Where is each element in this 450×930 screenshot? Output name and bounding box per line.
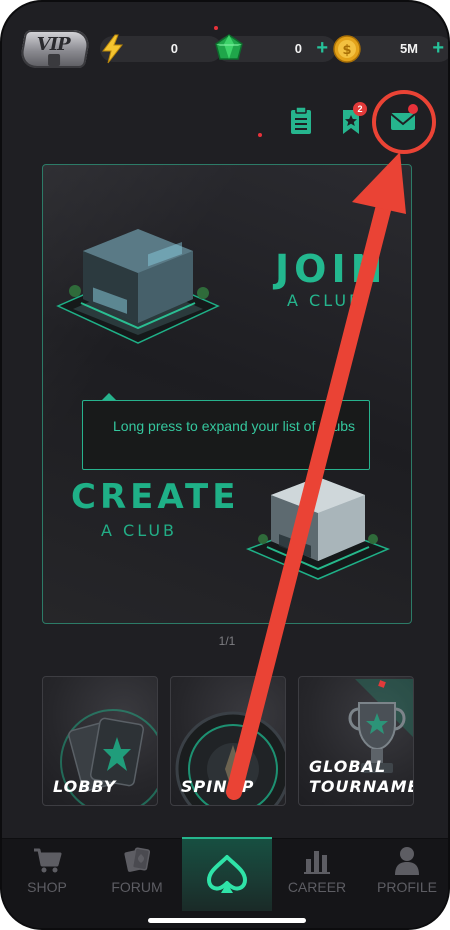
spinup-label: SPINUP <box>181 777 255 796</box>
gems-counter[interactable]: 0 + <box>215 34 336 62</box>
favorites-badge: 2 <box>353 102 367 116</box>
lobby-tile[interactable]: LOBBY <box>42 676 158 806</box>
club-building-illustration <box>56 229 220 344</box>
cart-icon <box>34 848 62 873</box>
nav-shop-label: SHOP <box>27 879 67 895</box>
cards-icon <box>124 847 151 872</box>
gem-icon <box>215 34 243 60</box>
app-screen: VIP 0 0 + $ 5M + 2 JOIN A CLUB CREATE A … <box>0 0 450 930</box>
coin-icon: $ <box>333 35 361 63</box>
clipboard-icon <box>291 106 311 134</box>
lightning-icon <box>102 34 124 64</box>
tooltip-text: Long press to expand your list of Clubs <box>113 418 356 434</box>
bottom-navigation: SHOP FORUM CAREER PROFILE <box>2 837 448 928</box>
nav-home[interactable] <box>182 837 272 911</box>
create-club-subtitle: A CLUB <box>101 521 178 540</box>
indicator-dot <box>258 133 262 137</box>
vip-badge[interactable]: VIP <box>18 30 92 68</box>
lobby-label: LOBBY <box>53 777 117 796</box>
energy-counter[interactable]: 0 <box>100 34 222 64</box>
create-club-title: CREATE <box>71 477 240 517</box>
nav-career-label: CAREER <box>287 879 347 895</box>
join-club-subtitle: A CLUB <box>287 291 364 310</box>
svg-text:$: $ <box>342 43 351 58</box>
spinup-tile[interactable]: SPINUP <box>170 676 286 806</box>
vip-level-plate <box>48 54 61 66</box>
page-indicator: 1/1 <box>218 634 236 648</box>
home-indicator[interactable] <box>148 918 306 923</box>
gems-value: 0 <box>294 41 302 56</box>
nav-profile[interactable]: PROFILE <box>362 839 448 928</box>
person-icon <box>395 847 419 875</box>
notification-dot <box>214 26 218 30</box>
clubs-tooltip[interactable]: Long press to expand your list of Clubs <box>82 400 370 470</box>
add-gems-button[interactable]: + <box>316 37 328 60</box>
clubs-card[interactable]: JOIN A CLUB CREATE A CLUB <box>42 164 412 624</box>
new-club-building-illustration <box>245 477 391 580</box>
join-club-title: JOIN <box>275 247 388 291</box>
nav-career[interactable]: CAREER <box>272 839 362 928</box>
add-coins-button[interactable]: + <box>432 37 444 60</box>
missions-button[interactable] <box>284 104 318 138</box>
favorites-button[interactable]: 2 <box>334 102 368 138</box>
coins-value: 5M <box>399 41 418 56</box>
top-bar: VIP 0 0 + $ 5M + <box>16 30 448 70</box>
nav-forum-label: FORUM <box>111 879 163 895</box>
energy-value: 0 <box>170 41 178 56</box>
nav-forum[interactable]: FORUM <box>92 839 182 928</box>
mail-button[interactable] <box>386 104 420 138</box>
vip-label: VIP <box>36 34 70 55</box>
global-tournament-label: GLOBAL TOURNAMENT <box>309 757 413 796</box>
mail-notification-dot <box>408 104 418 114</box>
global-tournament-tile[interactable]: GLOBAL TOURNAMENT <box>298 676 414 806</box>
nav-profile-label: PROFILE <box>377 879 437 895</box>
coins-counter[interactable]: $ 5M + <box>333 35 448 63</box>
spade-logo-icon <box>207 855 247 893</box>
tooltip-arrow <box>102 393 116 400</box>
bar-chart-icon <box>304 851 330 874</box>
nav-shop[interactable]: SHOP <box>2 839 92 928</box>
header-actions: 2 <box>272 98 432 144</box>
